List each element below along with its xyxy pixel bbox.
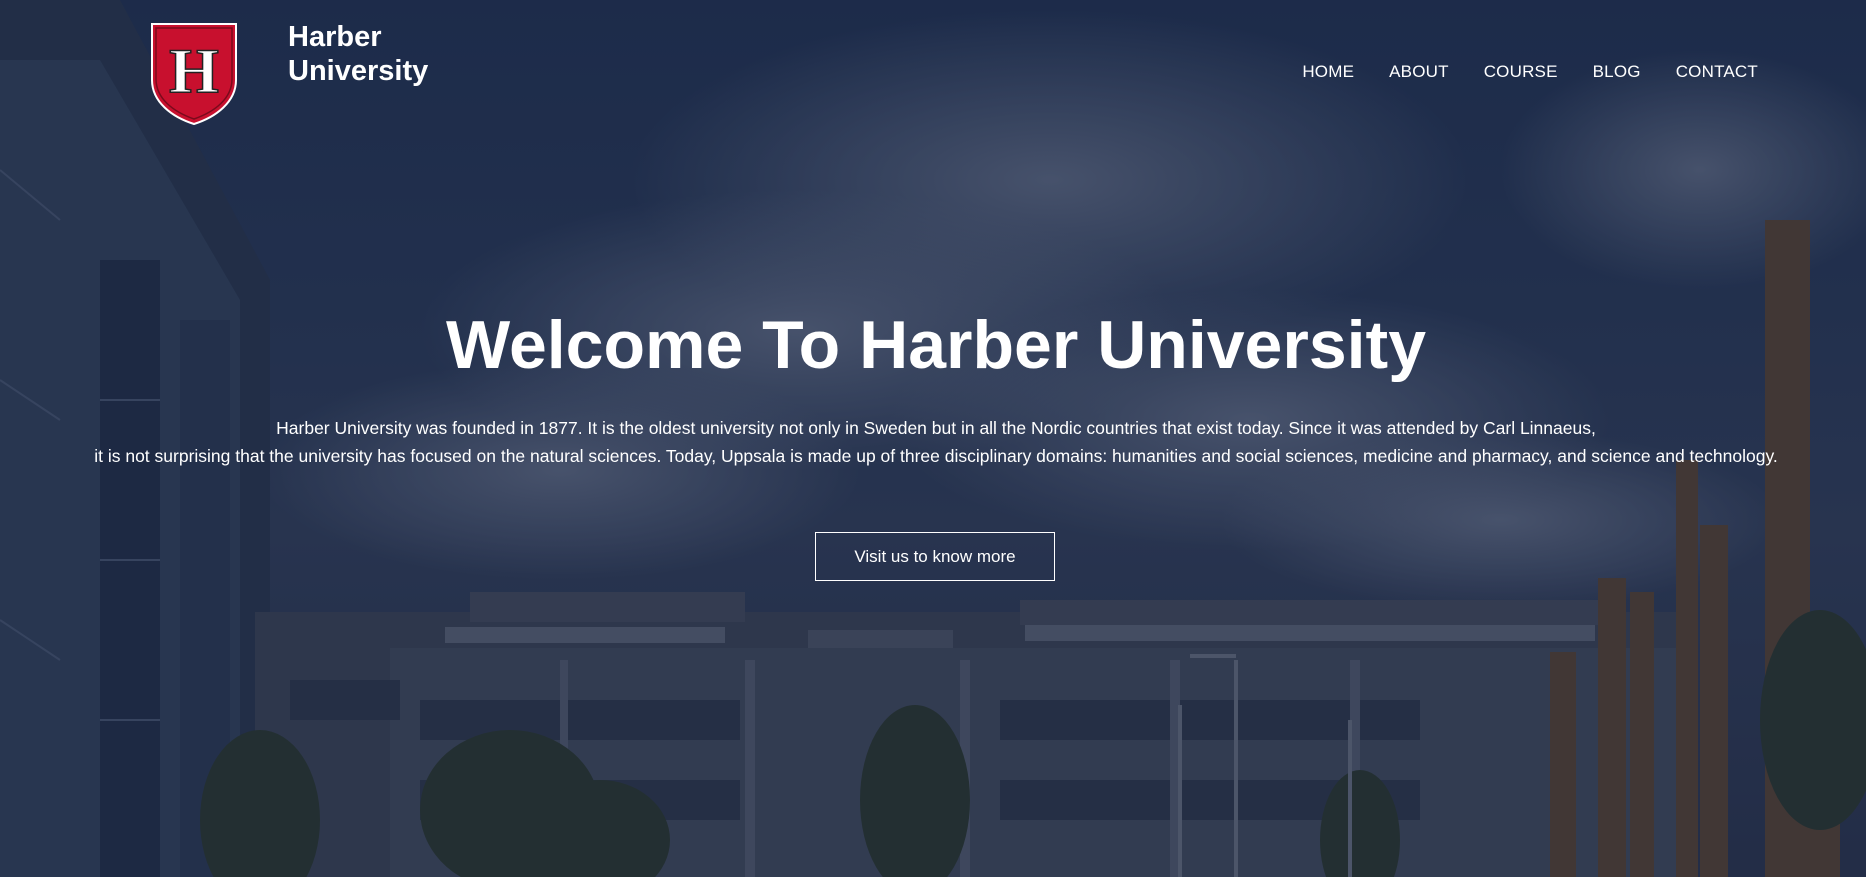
logo-letter: H	[169, 35, 219, 106]
nav-about[interactable]: ABOUT	[1389, 62, 1449, 82]
hero-description: Harber University was founded in 1877. I…	[0, 414, 1866, 470]
main-nav: HOME ABOUT COURSE BLOG CONTACT	[1302, 62, 1758, 82]
hero-description-line1: Harber University was founded in 1877. I…	[276, 418, 1596, 438]
university-shield-logo[interactable]: H	[150, 22, 238, 126]
hero-title: Welcome To Harber University	[445, 307, 1427, 383]
visit-us-button[interactable]: Visit us to know more	[815, 532, 1055, 581]
brand-name-line1: Harber	[288, 21, 382, 53]
hero-description-line2: it is not surprising that the university…	[94, 446, 1778, 466]
nav-contact[interactable]: CONTACT	[1676, 62, 1758, 82]
brand-name-line2: University	[288, 55, 429, 87]
nav-course[interactable]: COURSE	[1484, 62, 1558, 82]
brand-name[interactable]: Harber University	[288, 20, 428, 88]
nav-blog[interactable]: BLOG	[1593, 62, 1641, 82]
hero-section: H Harber University HOME ABOUT COURSE BL…	[0, 0, 1866, 877]
nav-home[interactable]: HOME	[1302, 62, 1354, 82]
